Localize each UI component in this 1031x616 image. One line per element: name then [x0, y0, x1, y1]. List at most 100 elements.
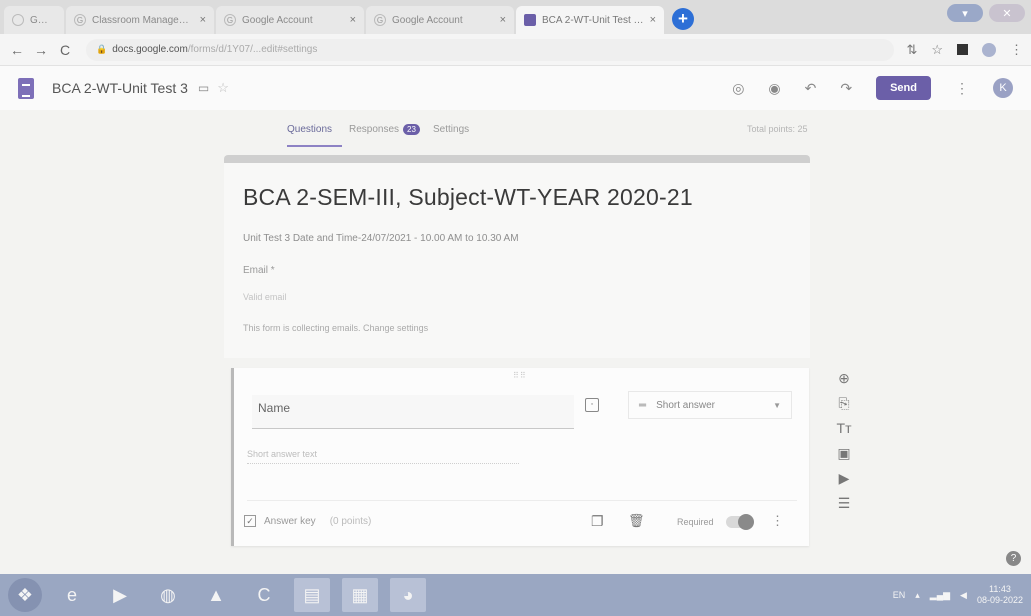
form-tabs: Questions Responses 23 Settings: [0, 110, 1031, 150]
star-icon[interactable]: ☆: [217, 80, 229, 96]
email-field: Valid email: [243, 292, 287, 302]
email-label: Email *: [243, 265, 275, 276]
redo-icon[interactable]: ↷: [840, 80, 852, 97]
google-forms-icon[interactable]: [18, 77, 34, 99]
forms-header: BCA 2-WT-Unit Test 3 ▭ ☆ ◎ ◉ ↶ ↷ Send ⋮ …: [0, 66, 1031, 110]
tray-flag-icon[interactable]: ▴: [915, 590, 920, 601]
help-icon[interactable]: ?: [1006, 551, 1021, 566]
language-indicator[interactable]: EN: [893, 590, 906, 600]
form-title[interactable]: BCA 2-SEM-III, Subject-WT-YEAR 2020-21: [243, 184, 693, 211]
responses-count-badge: 23: [403, 124, 420, 135]
tab-google-account-2[interactable]: G Google Account ×: [366, 6, 514, 34]
system-tray: EN ▴ ▂▄▆ ◀ 11:43 08-09-2022: [893, 584, 1023, 606]
import-questions-icon[interactable]: ⎘: [838, 395, 849, 411]
tab-questions[interactable]: Questions: [287, 124, 332, 135]
minimize-button[interactable]: ▾: [947, 4, 983, 22]
start-icon[interactable]: ❖: [8, 578, 42, 612]
question-divider: [247, 500, 797, 501]
preview-eye-icon[interactable]: ◉: [768, 80, 780, 97]
window-controls: ▾ ✕: [947, 4, 1025, 22]
google-icon: G: [74, 14, 86, 26]
tab-classroom[interactable]: G Classroom Management Tool ×: [66, 6, 214, 34]
trash-icon[interactable]: 🗑: [628, 513, 645, 529]
tab-label: Gmail: [30, 14, 56, 26]
profile-icon[interactable]: [982, 42, 996, 57]
explorer-window-icon[interactable]: ▦: [342, 578, 378, 612]
address-bar: ← → C 🔒 docs.google.com /forms/d/1Y07/..…: [0, 34, 1031, 66]
answer-key-label: Answer key: [264, 515, 316, 527]
question-type-value: Short answer: [656, 399, 716, 411]
add-image-icon[interactable]: ▫: [585, 398, 599, 412]
close-icon[interactable]: ×: [500, 14, 506, 26]
tab-label: BCA 2-WT-Unit Test 3 - Google: [542, 14, 646, 26]
close-window-button[interactable]: ✕: [989, 4, 1025, 22]
taskbar: ❖ e ▶ ◍ ▲ C ▤ ▦ ◕ EN ▴ ▂▄▆ ◀ 11:43 08-09…: [0, 574, 1031, 616]
ccleaner-icon[interactable]: C: [246, 578, 282, 612]
close-icon[interactable]: ×: [200, 14, 206, 26]
required-toggle[interactable]: [726, 514, 754, 530]
question-title-input[interactable]: Name: [252, 395, 574, 429]
url-input[interactable]: 🔒 docs.google.com /forms/d/1Y07/...edit#…: [86, 38, 895, 61]
form-description[interactable]: Unit Test 3 Date and Time-24/07/2021 - 1…: [243, 233, 519, 244]
reload-icon[interactable]: C: [56, 42, 74, 58]
clock-time: 11:43: [989, 584, 1011, 594]
firefox-icon[interactable]: ◍: [150, 578, 186, 612]
tab-gmail[interactable]: Gmail: [4, 6, 64, 34]
internet-explorer-icon[interactable]: e: [54, 578, 90, 612]
tab-label: Google Account: [242, 14, 313, 26]
tab-settings[interactable]: Settings: [433, 124, 469, 135]
url-path: /forms/d/1Y07/...edit#settings: [187, 44, 318, 55]
google-icon: G: [224, 14, 236, 26]
undo-icon[interactable]: ↶: [805, 80, 817, 97]
translate-icon[interactable]: ⇅: [906, 42, 917, 58]
tab-responses[interactable]: Responses 23: [349, 124, 420, 135]
extension-icon[interactable]: [957, 44, 968, 55]
network-icon[interactable]: ▂▄▆: [930, 590, 950, 601]
collect-emails-note[interactable]: This form is collecting emails. Change s…: [243, 323, 428, 333]
file-explorer-icon[interactable]: ▤: [294, 578, 330, 612]
new-tab-button[interactable]: +: [672, 8, 694, 30]
avatar[interactable]: K: [993, 78, 1013, 98]
folder-icon[interactable]: ▭: [198, 81, 209, 95]
form-header-accent: [224, 155, 810, 163]
add-video-icon[interactable]: ▶: [839, 470, 850, 486]
gmail-icon: [12, 14, 24, 26]
add-title-icon[interactable]: Tт: [837, 420, 852, 436]
palette-icon[interactable]: ◎: [732, 80, 744, 97]
short-answer-icon: ═: [639, 399, 647, 411]
vlc-icon[interactable]: ▲: [198, 578, 234, 612]
send-button[interactable]: Send: [876, 76, 931, 100]
chevron-down-icon: ▼: [773, 400, 781, 410]
chrome-icon[interactable]: ◕: [390, 578, 426, 612]
close-icon[interactable]: ×: [350, 14, 356, 26]
browser-menu-icon[interactable]: ⋮: [1010, 42, 1023, 58]
drag-handle-icon[interactable]: ⠿⠿: [513, 371, 527, 380]
points-label: (0 points): [329, 515, 372, 527]
volume-icon[interactable]: ◀: [960, 590, 967, 601]
tab-forms[interactable]: BCA 2-WT-Unit Test 3 - Google ×: [516, 6, 664, 34]
bookmark-star-icon[interactable]: ☆: [931, 42, 943, 58]
add-question-icon[interactable]: ⊕: [838, 370, 850, 386]
back-arrow-icon[interactable]: ←: [8, 42, 26, 58]
add-section-icon[interactable]: ☰: [838, 495, 851, 511]
clock[interactable]: 11:43 08-09-2022: [977, 584, 1023, 606]
media-player-icon[interactable]: ▶: [102, 578, 138, 612]
tab-google-account-1[interactable]: G Google Account ×: [216, 6, 364, 34]
google-icon: G: [374, 14, 386, 26]
browser-tab-strip: Gmail G Classroom Management Tool × G Go…: [0, 0, 1031, 34]
form-doc-title[interactable]: BCA 2-WT-Unit Test 3: [52, 80, 188, 96]
duplicate-icon[interactable]: ❐: [591, 513, 604, 530]
floating-toolbar: ⊕ ⎘ Tт ▣ ▶ ☰: [830, 370, 858, 511]
add-image-icon[interactable]: ▣: [837, 445, 850, 461]
clock-date: 08-09-2022: [976, 595, 1023, 605]
more-menu-icon[interactable]: ⋮: [955, 80, 969, 97]
total-points: Total points: 25: [747, 124, 808, 134]
forward-arrow-icon[interactable]: →: [32, 42, 50, 58]
close-icon[interactable]: ×: [650, 14, 656, 26]
answer-hint: Short answer text: [247, 449, 318, 459]
tab-label: Google Account: [392, 14, 463, 26]
required-label: Required: [677, 517, 714, 527]
question-type-select[interactable]: ═ Short answer ▼: [628, 391, 792, 419]
answer-key-button[interactable]: ✓ Answer key (0 points): [244, 515, 371, 527]
question-more-icon[interactable]: ⋮: [771, 513, 784, 529]
